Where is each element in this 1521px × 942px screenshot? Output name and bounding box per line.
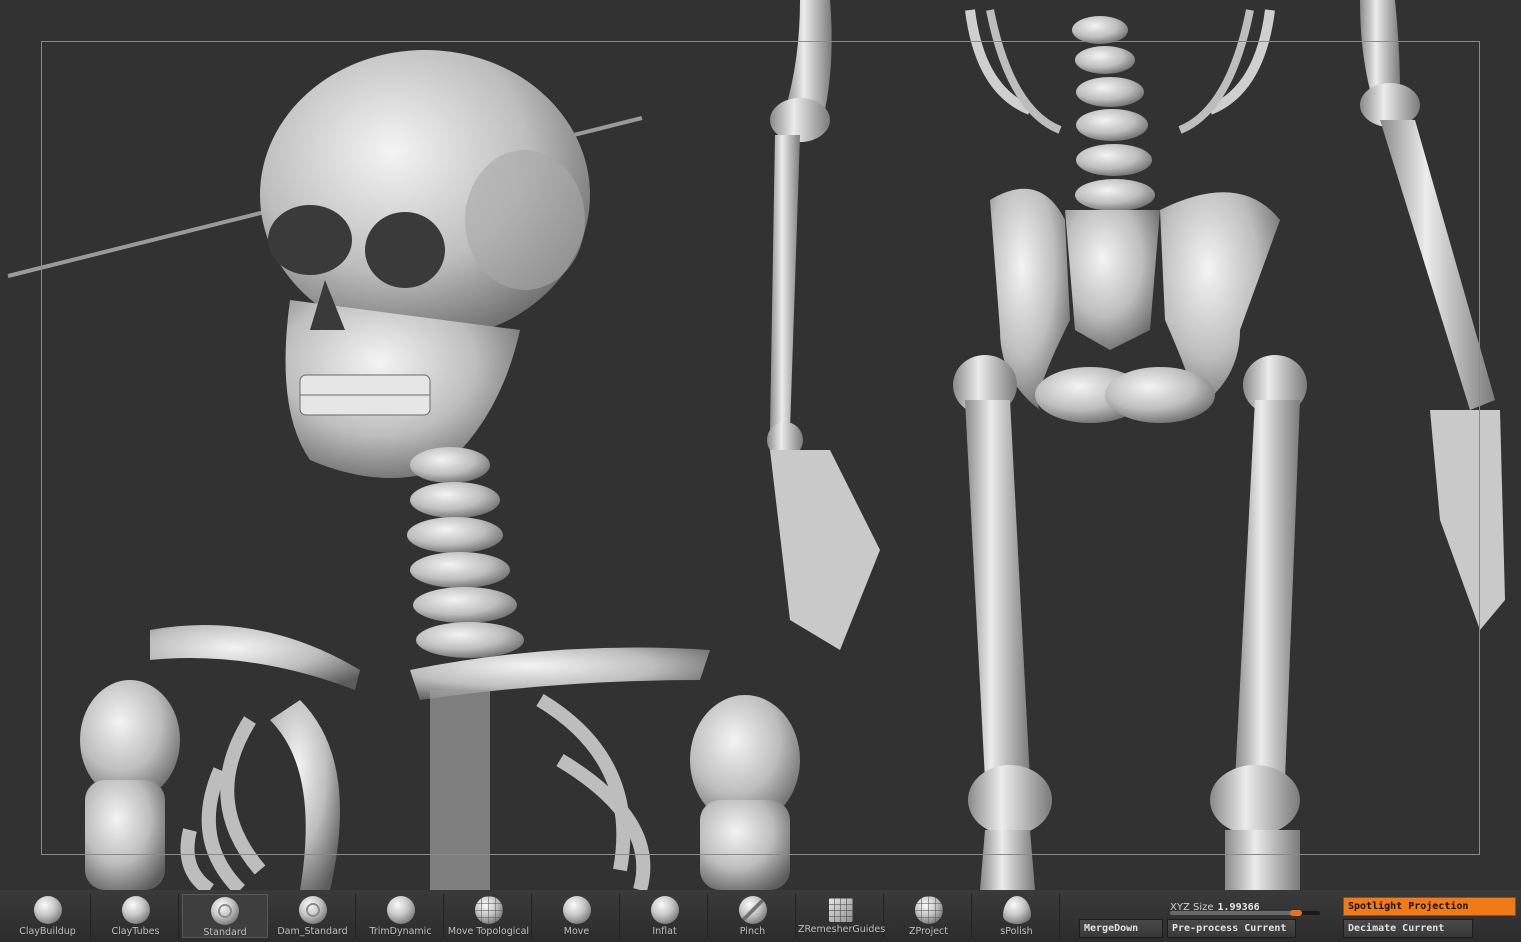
upper-torso xyxy=(80,625,800,890)
brush-label: Inflat xyxy=(652,926,677,937)
brush-label: Dam_Standard xyxy=(277,926,348,937)
brush-move[interactable]: Move xyxy=(534,894,620,938)
brush-inflat[interactable]: Inflat xyxy=(622,894,708,938)
merge-down-button[interactable]: MergeDown xyxy=(1079,919,1163,938)
brush-label: ClayTubes xyxy=(111,926,160,937)
left-arm xyxy=(767,0,880,650)
swirl-brush-icon xyxy=(298,896,327,924)
preprocess-current-button[interactable]: Pre-process Current xyxy=(1167,919,1296,938)
swirl-brush-icon xyxy=(211,897,239,925)
brush-pinch[interactable]: Pinch xyxy=(710,894,796,938)
decimate-current-button[interactable]: Decimate Current xyxy=(1343,919,1473,938)
3d-viewport[interactable] xyxy=(0,0,1521,891)
grid-brush-icon xyxy=(474,896,503,924)
cervical-spine xyxy=(407,447,524,658)
brush-label: ZRemesherGuides xyxy=(798,924,886,935)
brush-claytubes[interactable]: ClayTubes xyxy=(93,894,179,938)
skeleton-render xyxy=(7,0,1505,890)
brush-trimdynamic[interactable]: TrimDynamic xyxy=(358,894,444,938)
brush-label: Move Topological xyxy=(447,926,530,937)
right-arm xyxy=(1360,0,1505,630)
brush-label: TrimDynamic xyxy=(369,926,432,937)
brush-label: Pinch xyxy=(739,926,766,937)
xyz-size-knob[interactable] xyxy=(1290,910,1302,916)
xyz-size-track[interactable] xyxy=(1170,910,1320,916)
sphere-brush-icon xyxy=(562,896,591,924)
brush-claybuildup[interactable]: ClayBuildup xyxy=(5,894,91,938)
brush-dam-standard[interactable]: Dam_Standard xyxy=(270,894,356,938)
sphere-brush-icon xyxy=(386,896,415,924)
brush-label: ClayBuildup xyxy=(19,926,76,937)
brush-label: Standard xyxy=(203,927,247,938)
sphere-brush-icon xyxy=(650,896,679,924)
brush-zproject[interactable]: ZProject xyxy=(886,894,972,938)
brush-zremesherguides[interactable]: ZRemesherGuides xyxy=(798,894,886,938)
sphere-brush-icon xyxy=(33,896,62,924)
femurs xyxy=(953,355,1307,890)
sphere-brush-icon xyxy=(121,896,150,924)
brush-spolish[interactable]: sPolish xyxy=(974,894,1060,938)
cone-brush-icon xyxy=(1002,896,1031,924)
spotlight-projection-button[interactable]: Spotlight Projection xyxy=(1343,897,1516,916)
skull xyxy=(260,50,590,478)
grid-brush-icon xyxy=(914,896,943,924)
bottom-shelf: ClayBuildup ClayTubes Standard Dam_Stand… xyxy=(0,890,1521,942)
brush-label: ZProject xyxy=(908,926,948,937)
brush-move-topological[interactable]: Move Topological xyxy=(446,894,532,938)
brush-label: sPolish xyxy=(1000,926,1033,937)
xyz-size-slider[interactable]: XYZ Size 1.99366 xyxy=(1170,895,1330,917)
xyz-size-fill xyxy=(1170,911,1296,915)
dam-brush-icon xyxy=(738,896,767,924)
brush-standard[interactable]: Standard xyxy=(182,894,268,938)
cube-grid-icon xyxy=(828,898,853,922)
pelvis xyxy=(990,188,1280,423)
brush-label: Move xyxy=(563,926,590,937)
lower-spine xyxy=(965,9,1275,211)
